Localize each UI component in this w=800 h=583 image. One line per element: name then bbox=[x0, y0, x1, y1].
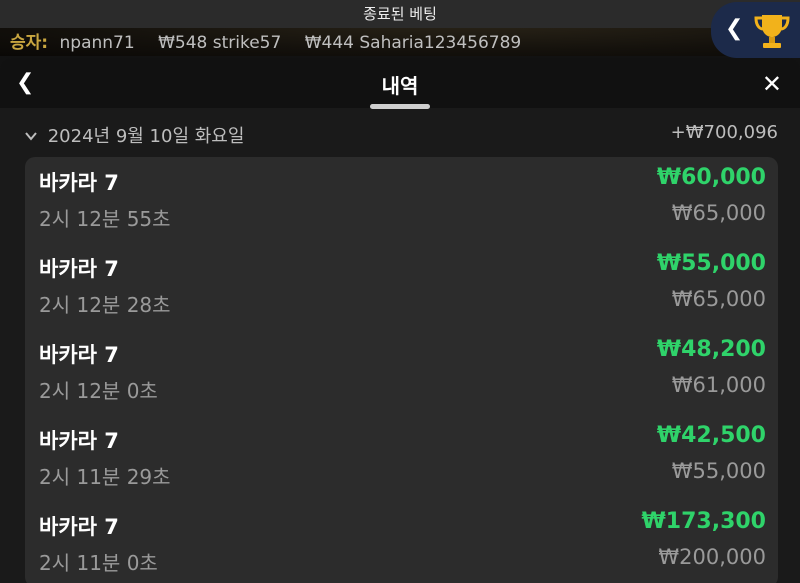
bet-time: 2시 11분 29초 bbox=[39, 465, 171, 489]
win-amount: ₩48,200 bbox=[656, 337, 766, 362]
ended-bets-banner: 종료된 베팅 bbox=[0, 0, 800, 28]
date-label: 2024년 9월 10일 화요일 bbox=[47, 126, 245, 147]
history-panel: ❮ 내역 ✕ 2024년 9월 10일 화요일 +₩700,096 바카라 7 … bbox=[0, 58, 800, 583]
list-item[interactable]: 바카라 7 2시 12분 0초 ₩48,200 ₩61,000 bbox=[25, 329, 778, 415]
winner-entry: npann71 bbox=[59, 33, 135, 53]
win-amount: ₩173,300 bbox=[641, 509, 766, 534]
leaderboard-button[interactable]: ❮ bbox=[711, 2, 800, 58]
trophy-icon bbox=[754, 15, 790, 48]
bet-time: 2시 12분 28초 bbox=[39, 293, 171, 317]
close-button[interactable]: ✕ bbox=[762, 70, 782, 98]
list-item[interactable]: 바카라 7 2시 12분 28초 ₩55,000 ₩65,000 bbox=[25, 243, 778, 329]
chevron-down-icon bbox=[25, 132, 37, 141]
stake-amount: ₩200,000 bbox=[658, 545, 766, 569]
list-item[interactable]: 바카라 7 2시 11분 29초 ₩42,500 ₩55,000 bbox=[25, 415, 778, 501]
date-total: +₩700,096 bbox=[670, 122, 778, 143]
winner-entry: ₩444 Saharia123456789 bbox=[304, 33, 522, 53]
game-top-bar: 종료된 베팅 승자: npann71 ₩548 strike57 ₩444 Sa… bbox=[0, 0, 800, 58]
game-name: 바카라 7 bbox=[39, 171, 119, 195]
stake-amount: ₩61,000 bbox=[671, 373, 766, 397]
winners-label: 승자: bbox=[10, 33, 49, 53]
win-amount: ₩42,500 bbox=[656, 423, 766, 448]
bet-time: 2시 12분 55초 bbox=[39, 207, 171, 231]
drag-handle[interactable] bbox=[370, 104, 430, 109]
win-amount: ₩60,000 bbox=[656, 165, 766, 190]
game-name: 바카라 7 bbox=[39, 343, 119, 367]
bet-time: 2시 11분 0초 bbox=[39, 551, 158, 575]
game-name: 바카라 7 bbox=[39, 515, 119, 539]
date-group-header[interactable]: 2024년 9월 10일 화요일 +₩700,096 bbox=[24, 122, 778, 147]
panel-title: 내역 bbox=[381, 74, 419, 98]
panel-header: ❮ 내역 ✕ bbox=[0, 58, 800, 108]
bet-list: 바카라 7 2시 12분 55초 ₩60,000 ₩65,000 바카라 7 2… bbox=[25, 157, 778, 583]
winner-entry: ₩548 strike57 bbox=[158, 33, 282, 53]
stake-amount: ₩65,000 bbox=[671, 287, 766, 311]
bet-time: 2시 12분 0초 bbox=[39, 379, 158, 403]
list-item[interactable]: 바카라 7 2시 12분 55초 ₩60,000 ₩65,000 bbox=[25, 157, 778, 243]
list-item[interactable]: 바카라 7 2시 11분 0초 ₩173,300 ₩200,000 bbox=[25, 501, 778, 583]
win-amount: ₩55,000 bbox=[656, 251, 766, 276]
winners-ticker: 승자: npann71 ₩548 strike57 ₩444 Saharia12… bbox=[0, 30, 720, 56]
game-name: 바카라 7 bbox=[39, 429, 119, 453]
stake-amount: ₩65,000 bbox=[671, 201, 766, 225]
stake-amount: ₩55,000 bbox=[671, 459, 766, 483]
chevron-left-icon: ❮ bbox=[725, 16, 744, 41]
game-name: 바카라 7 bbox=[39, 257, 119, 281]
